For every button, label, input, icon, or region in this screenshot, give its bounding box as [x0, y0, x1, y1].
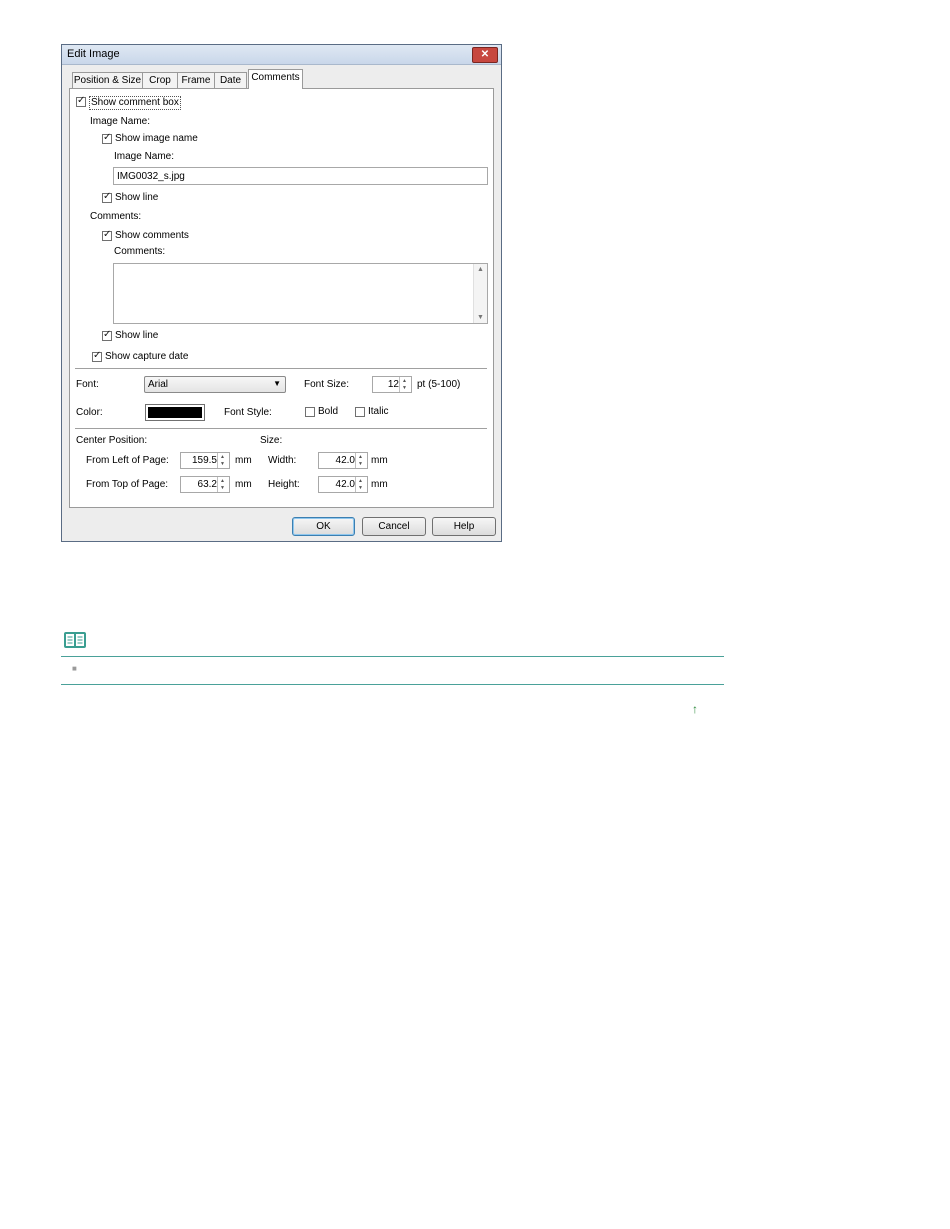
comments-heading: Comments:: [90, 211, 142, 222]
note-book-icon: [63, 631, 87, 649]
width-unit: mm: [371, 455, 388, 466]
chevron-down-icon: ▼: [273, 379, 281, 388]
tab-crop[interactable]: Crop: [142, 72, 178, 88]
show-comment-box-checkbox[interactable]: ✓: [76, 95, 86, 107]
tab-date[interactable]: Date: [214, 72, 247, 88]
spin-arrows-icon[interactable]: ▲ ▼: [355, 477, 367, 492]
from-left-stepper[interactable]: 159.5 ▲ ▼: [180, 452, 230, 469]
font-label: Font:: [76, 379, 99, 390]
height-label: Height:: [268, 479, 300, 490]
font-value: Arial: [148, 379, 169, 390]
checkmark-icon: ✓: [103, 229, 112, 240]
edit-image-dialog: Edit Image ✕ Position & Size Crop Frame …: [61, 44, 502, 542]
bold-checkbox[interactable]: [305, 407, 315, 417]
show-comment-box-label[interactable]: Show comment box: [89, 96, 181, 110]
height-unit: mm: [371, 479, 388, 490]
width-label: Width:: [268, 455, 297, 466]
scroll-down-icon[interactable]: ▼: [477, 314, 484, 321]
ok-button[interactable]: OK: [292, 517, 355, 536]
show-image-name-line-checkbox[interactable]: ✓: [102, 191, 112, 203]
image-name-field-label: Image Name:: [114, 151, 175, 162]
checkmark-icon: ✓: [77, 95, 86, 106]
tab-comments[interactable]: Comments: [248, 69, 303, 89]
spin-arrows-icon[interactable]: ▲ ▼: [217, 453, 229, 468]
image-name-heading: Image Name:: [90, 116, 151, 127]
close-button[interactable]: ✕: [472, 47, 498, 63]
comments-panel: ✓ Show comment box Image Name: ✓ Show im…: [69, 88, 494, 508]
height-value: 42.0: [335, 479, 355, 490]
checkmark-icon: ✓: [103, 329, 112, 340]
from-top-unit: mm: [235, 479, 252, 490]
page-top-arrow-icon[interactable]: ↑: [692, 702, 698, 716]
spin-arrows-icon[interactable]: ▲ ▼: [217, 477, 229, 492]
center-position-heading: Center Position:: [76, 435, 148, 446]
width-stepper[interactable]: 42.0 ▲ ▼: [318, 452, 368, 469]
separator: [75, 368, 487, 369]
show-image-name-checkbox[interactable]: ✓: [102, 132, 112, 144]
show-capture-date-checkbox[interactable]: ✓: [92, 350, 102, 362]
show-image-name-line-label[interactable]: Show line: [115, 192, 158, 204]
color-picker-button[interactable]: [145, 404, 205, 421]
bold-label[interactable]: Bold: [318, 406, 338, 418]
height-stepper[interactable]: 42.0 ▲ ▼: [318, 476, 368, 493]
from-left-value: 159.5: [191, 455, 217, 466]
checkmark-icon: ✓: [103, 191, 112, 202]
cancel-button[interactable]: Cancel: [362, 517, 426, 536]
italic-checkbox[interactable]: [355, 407, 365, 417]
show-comments-label[interactable]: Show comments: [115, 230, 189, 242]
font-select[interactable]: Arial ▼: [144, 376, 286, 393]
size-heading: Size:: [260, 435, 283, 446]
note-bullet: ■: [72, 664, 77, 673]
from-top-value: 63.2: [197, 479, 217, 490]
from-left-unit: mm: [235, 455, 252, 466]
note-top-rule: [61, 656, 724, 657]
comments-scrollbar[interactable]: ▲ ▼: [473, 264, 487, 323]
color-swatch: [148, 407, 202, 418]
show-image-name-label[interactable]: Show image name: [115, 133, 198, 145]
font-size-unit: pt (5-100): [417, 379, 461, 390]
image-name-input[interactable]: IMG0032_s.jpg: [113, 167, 488, 185]
checkmark-icon: ✓: [103, 132, 112, 143]
comments-field-label: Comments:: [114, 246, 166, 257]
from-left-label: From Left of Page:: [86, 455, 169, 466]
from-top-stepper[interactable]: 63.2 ▲ ▼: [180, 476, 230, 493]
checkmark-icon: ✓: [93, 350, 102, 361]
help-button[interactable]: Help: [432, 517, 496, 536]
comments-textarea[interactable]: ▲ ▼: [113, 263, 488, 324]
from-top-label: From Top of Page:: [86, 479, 169, 490]
spin-arrows-icon[interactable]: ▲ ▼: [355, 453, 367, 468]
font-size-value: 12: [387, 379, 399, 390]
font-size-stepper[interactable]: 12 ▲ ▼: [372, 376, 412, 393]
show-comments-line-checkbox[interactable]: ✓: [102, 329, 112, 341]
note-bottom-rule: [61, 684, 724, 685]
title-bar[interactable]: Edit Image ✕: [62, 45, 501, 65]
show-comments-line-label[interactable]: Show line: [115, 330, 158, 342]
font-style-label: Font Style:: [224, 407, 272, 418]
font-size-label: Font Size:: [304, 379, 350, 390]
image-name-value: IMG0032_s.jpg: [117, 171, 185, 182]
show-comments-checkbox[interactable]: ✓: [102, 229, 112, 241]
spin-arrows-icon[interactable]: ▲ ▼: [399, 377, 411, 392]
width-value: 42.0: [335, 455, 355, 466]
color-label: Color:: [76, 407, 103, 418]
show-capture-date-label[interactable]: Show capture date: [105, 351, 188, 363]
separator: [75, 428, 487, 429]
scroll-up-icon[interactable]: ▲: [477, 266, 484, 273]
dialog-title: Edit Image: [67, 48, 120, 60]
italic-label[interactable]: Italic: [368, 406, 389, 418]
tab-position-size[interactable]: Position & Size: [72, 72, 143, 88]
tab-frame[interactable]: Frame: [177, 72, 215, 88]
